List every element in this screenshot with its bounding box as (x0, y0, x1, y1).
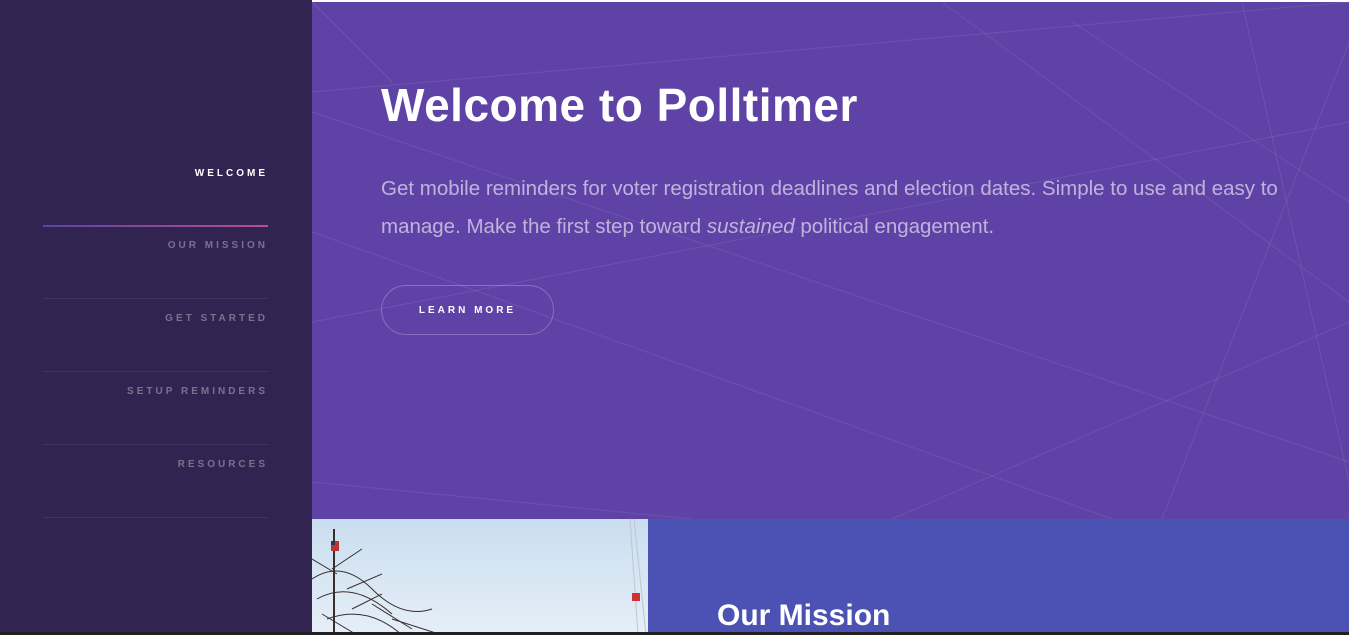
nav-item-get-started[interactable]: GET STARTED (43, 299, 268, 372)
flag-tree-photo (312, 519, 647, 635)
mission-section: Our Mission (648, 519, 1349, 635)
hero-description-emphasis: sustained (706, 215, 795, 238)
mission-photo (312, 519, 648, 635)
learn-more-button[interactable]: LEARN MORE (381, 285, 554, 335)
sidebar-nav: WELCOME OUR MISSION GET STARTED SETUP RE… (43, 154, 268, 518)
nav-item-setup-reminders[interactable]: SETUP REMINDERS (43, 372, 268, 445)
nav-item-label: OUR MISSION (167, 240, 268, 251)
sidebar: WELCOME OUR MISSION GET STARTED SETUP RE… (0, 0, 312, 635)
hero-description-end: political engagement. (794, 215, 995, 238)
nav-item-label: WELCOME (194, 168, 268, 179)
nav-item-resources[interactable]: RESOURCES (43, 445, 268, 518)
nav-item-label: GET STARTED (165, 313, 268, 324)
nav-item-label: SETUP REMINDERS (127, 386, 268, 397)
nav-item-our-mission[interactable]: OUR MISSION (43, 226, 268, 299)
mission-title: Our Mission (717, 599, 891, 632)
hero-title: Welcome to Polltimer (381, 79, 858, 131)
nav-item-label: RESOURCES (177, 459, 268, 470)
nav-item-welcome[interactable]: WELCOME (43, 154, 268, 227)
hero-description: Get mobile reminders for voter registrat… (381, 170, 1281, 246)
hero-section: Welcome to Polltimer Get mobile reminder… (312, 2, 1349, 519)
